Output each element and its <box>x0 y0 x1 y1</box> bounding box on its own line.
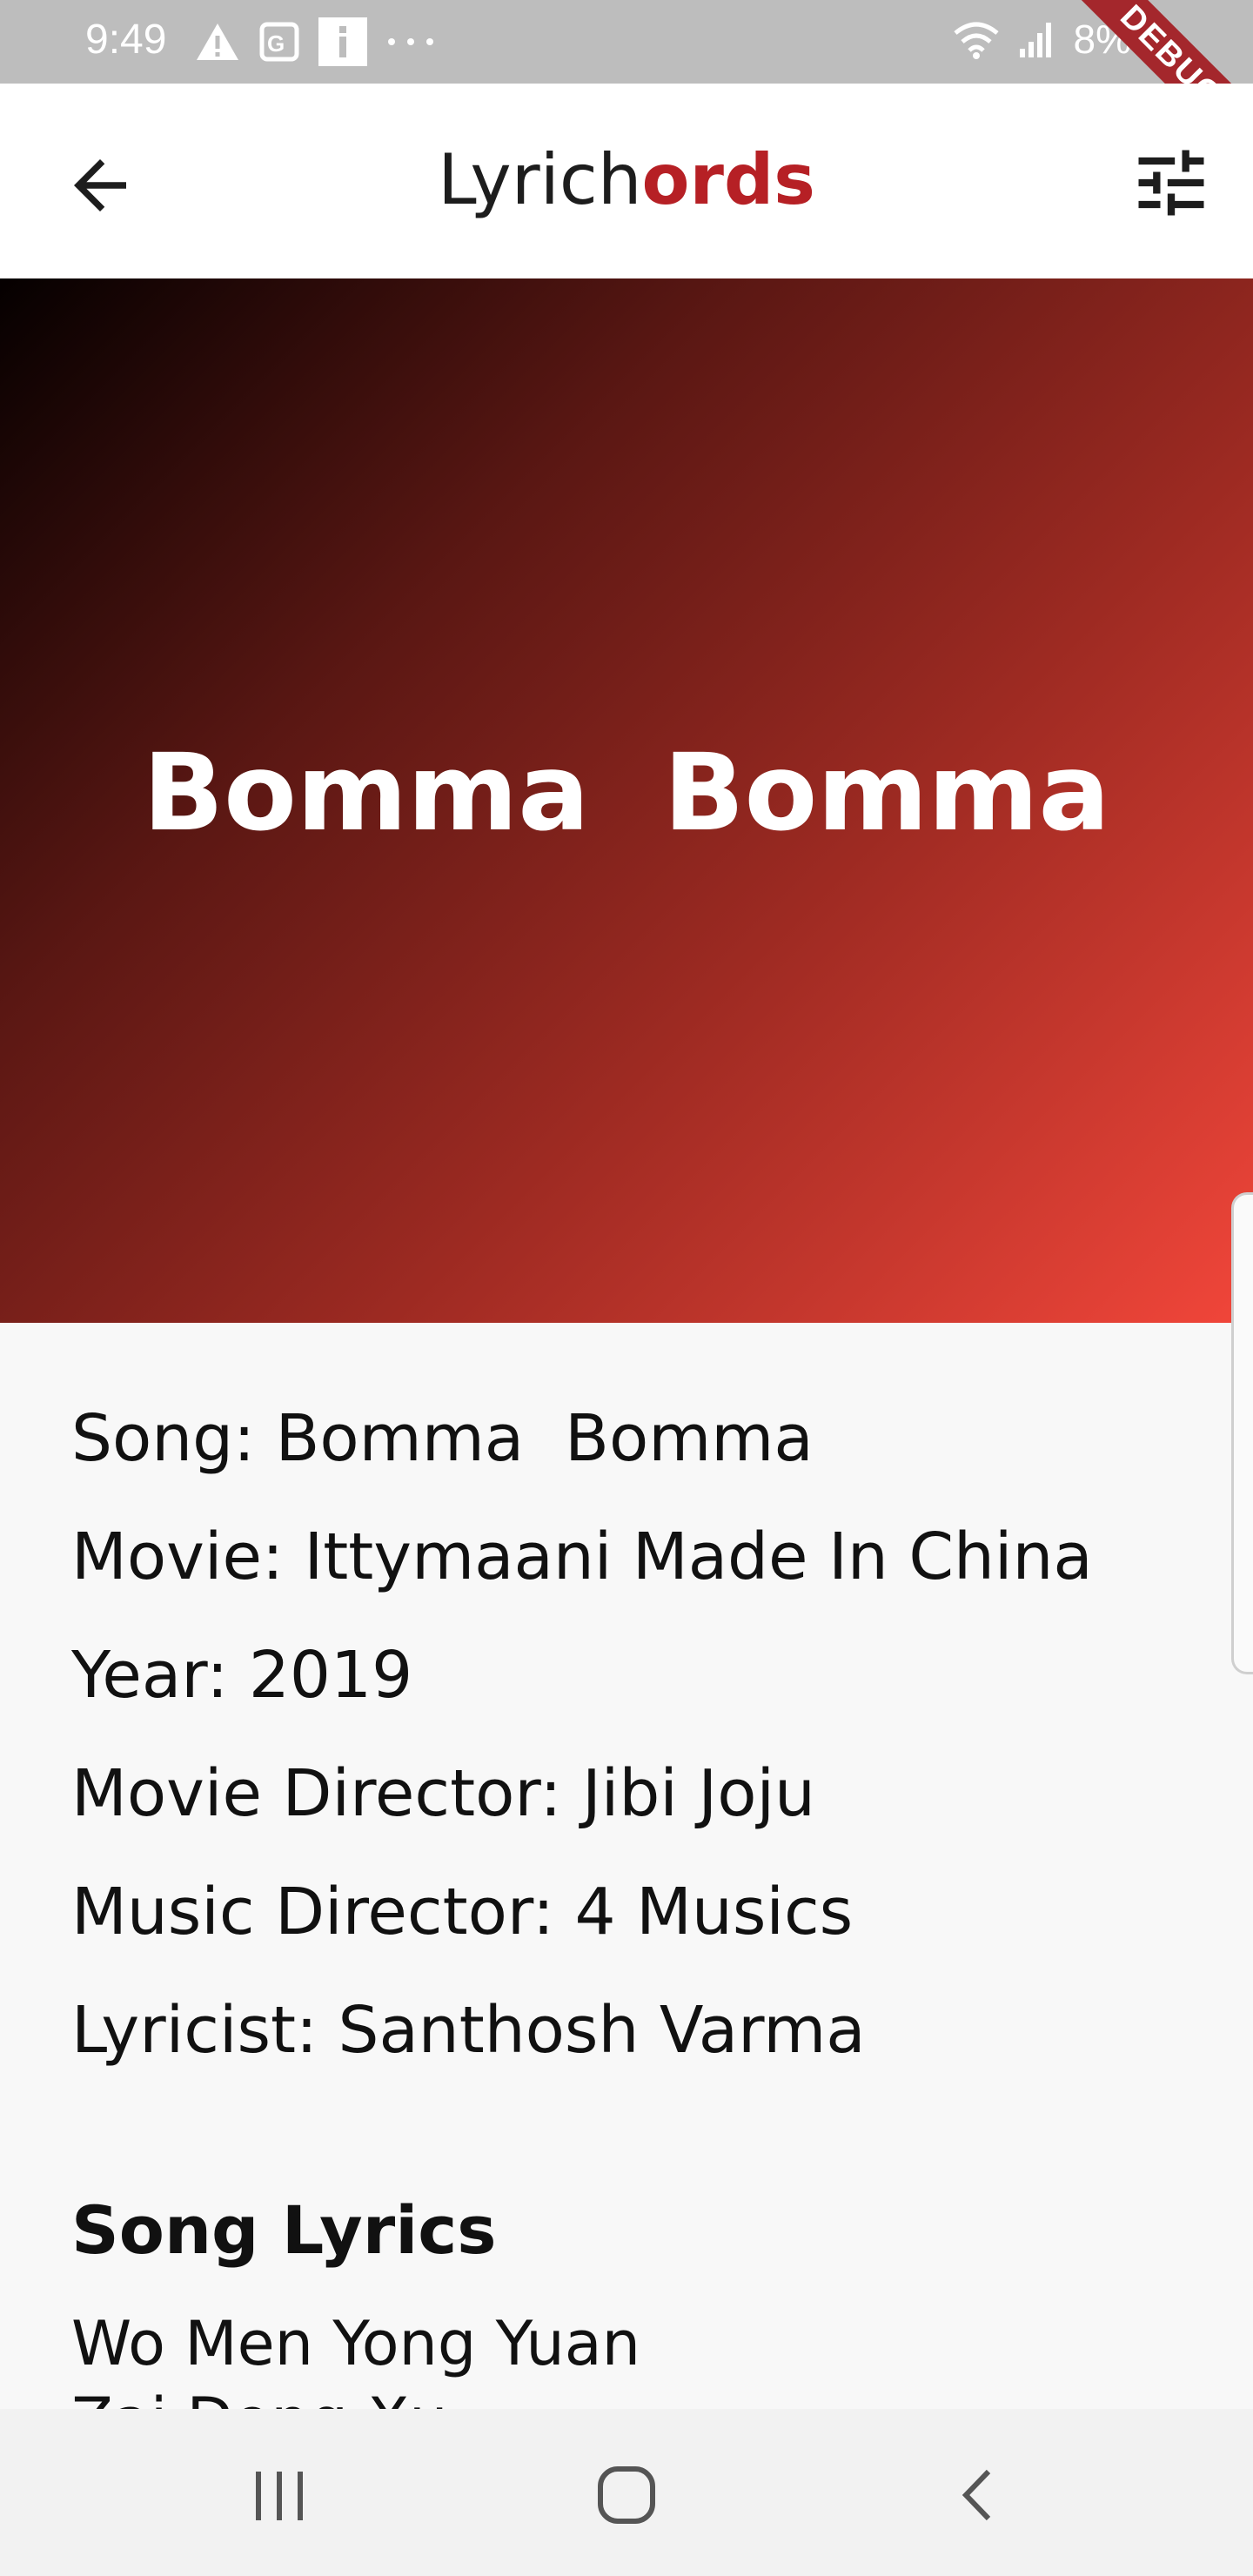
tune-icon <box>1138 150 1204 216</box>
edge-panel-handle[interactable] <box>1231 1192 1253 1674</box>
detail-movie-director: Movie Director: Jibi Joju <box>71 1756 815 1831</box>
recent-apps-button[interactable] <box>231 2447 327 2543</box>
filter-button[interactable] <box>1128 139 1215 226</box>
app-bar: Lyrichords <box>0 84 1253 278</box>
recent-apps-icon <box>256 2472 303 2520</box>
status-notification-icons: G <box>195 17 435 66</box>
hero-song-title: Bomma Bomma <box>143 731 1110 855</box>
detail-song: Song: Bomma Bomma <box>71 1401 814 1476</box>
warning-icon <box>197 23 238 60</box>
nav-back-button[interactable] <box>931 2447 1027 2543</box>
lyrics-section-title: Song Lyrics <box>71 2191 497 2269</box>
detail-year: Year: 2019 <box>71 1638 413 1713</box>
info-icon <box>318 17 367 66</box>
song-details: Song: Bomma Bomma Movie: Ittymaani Made … <box>71 1401 1203 2111</box>
maps-icon: G <box>259 22 299 62</box>
home-button[interactable] <box>579 2447 674 2543</box>
detail-movie: Movie: Ittymaani Made In China <box>71 1519 1093 1594</box>
status-time: 9:49 <box>85 17 167 63</box>
app-title-part2: ords <box>641 139 815 220</box>
detail-lyricist: Lyricist: Santhosh Varma <box>71 1993 866 2068</box>
app-title: Lyrichords <box>0 139 1253 220</box>
app-title-part1: Lyrich <box>438 139 642 220</box>
lyrics-line: Wo Men Yong Yuan <box>71 2308 640 2379</box>
wifi-icon <box>953 22 999 59</box>
status-bar: 9:49 G 8% <box>0 0 1253 84</box>
signal-icon <box>1019 23 1051 57</box>
hero-banner: Bomma Bomma <box>0 278 1253 1323</box>
detail-music-director: Music Director: 4 Musics <box>71 1875 854 1949</box>
svg-text:G: G <box>267 30 285 57</box>
home-icon <box>598 2466 655 2524</box>
more-notifications-icon <box>388 38 433 45</box>
system-navigation-bar <box>0 2409 1253 2576</box>
nav-back-icon <box>962 2469 991 2521</box>
